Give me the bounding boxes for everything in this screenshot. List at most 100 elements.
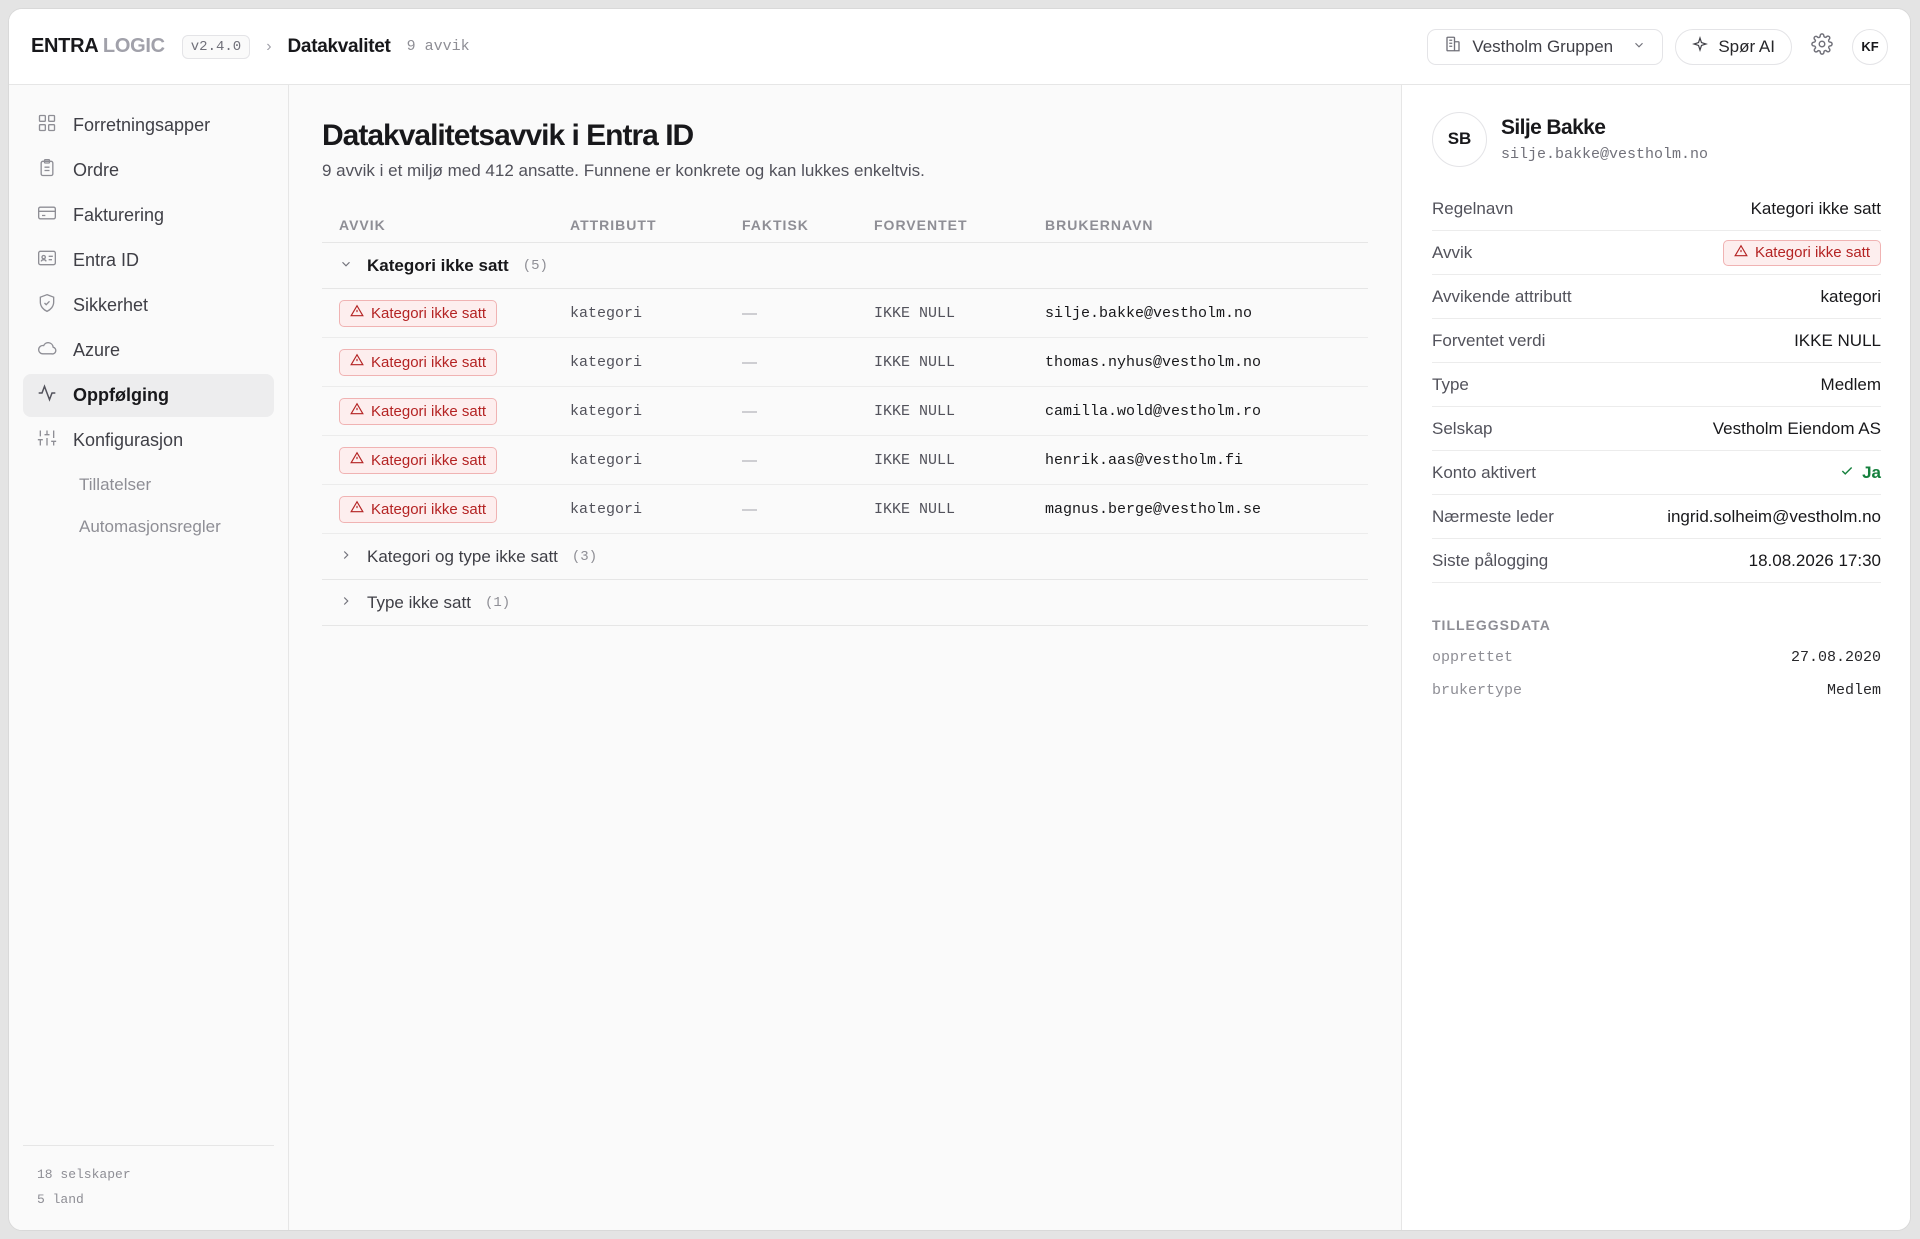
group-row-expanded[interactable]: Kategori ikke satt (5) [322,243,1368,289]
group-title: Kategori og type ikke satt [367,546,558,566]
detail-name: Silje Bakke [1501,115,1606,139]
detail-key: Avvik [1432,242,1473,262]
sidebar-item-ordre[interactable]: Ordre [23,149,274,192]
building-icon [1444,35,1462,58]
column-header-brukernavn[interactable]: BRUKERNAVN [1045,217,1368,233]
detail-value: Kategori ikke satt [1754,244,1870,261]
sidebar-item-label: Sikkerhet [73,295,149,315]
group-title: Type ikke satt [367,592,471,612]
column-header-faktisk[interactable]: FAKTISK [742,217,874,233]
organization-select[interactable]: Vestholm Gruppen [1427,28,1664,65]
extra-data-title: TILLEGGSDATA [1432,617,1551,633]
actual-cell: — [742,451,757,469]
company-count: 18 selskaper [37,1167,131,1182]
sidebar-item-oppfolging[interactable]: Oppfølging [23,374,274,417]
warning-icon [350,500,364,518]
brand-light: LOGIC [102,35,165,57]
detail-row-regelnavn: Regelnavn Kategori ikke satt [1432,187,1881,231]
deviation-label: Kategori ikke satt [371,402,487,420]
chevron-down-icon [1632,37,1646,57]
settings-button[interactable] [1804,29,1840,65]
detail-value: Ja [1862,462,1881,482]
detail-value: Medlem [1820,374,1881,394]
username-cell: magnus.berge@vestholm.se [1045,500,1262,518]
sidebar-footer: 18 selskaper 5 land [23,1145,274,1212]
detail-key: Konto aktivert [1432,462,1536,482]
country-count: 5 land [37,1192,84,1207]
id-card-icon [37,248,57,273]
detail-key: Siste pålogging [1432,550,1549,570]
extra-row-brukertype: brukertype Medlem [1432,682,1881,699]
table-row[interactable]: Kategori ikke satt kategori — IKKE NULL … [322,436,1368,485]
gear-icon [1811,33,1833,60]
group-count: (5) [522,257,548,274]
expected-cell: IKKE NULL [874,500,956,518]
column-header-attributt[interactable]: ATTRIBUTT [570,217,742,233]
sidebar-item-label: Azure [73,340,121,360]
table-header: AVVIK ATTRIBUTT FAKTISK FORVENTET BRUKER… [322,207,1368,243]
chevron-down-icon [339,256,353,276]
detail-row-naermeste-leder: Nærmeste leder ingrid.solheim@vestholm.n… [1432,495,1881,539]
cloud-icon [37,338,57,363]
column-header-avvik[interactable]: AVVIK [322,217,570,233]
table-row[interactable]: Kategori ikke satt kategori — IKKE NULL … [322,289,1368,338]
table-row[interactable]: Kategori ikke satt kategori — IKKE NULL … [322,387,1368,436]
page-title: Datakvalitetsavvik i Entra ID [322,119,694,152]
sidebar-item-sikkerhet[interactable]: Sikkerhet [23,284,274,327]
username-cell: silje.bakke@vestholm.no [1045,304,1253,322]
expected-cell: IKKE NULL [874,353,956,371]
sidebar-item-label: Entra ID [73,250,140,270]
ask-ai-button[interactable]: Spør AI [1675,28,1792,65]
actual-cell: — [742,304,757,322]
deviation-table: AVVIK ATTRIBUTT FAKTISK FORVENTET BRUKER… [322,207,1368,626]
brand-logo[interactable]: ENTRA LOGIC [31,35,165,58]
sidebar-subitem-automasjonsregler[interactable]: Automasjonsregler [23,506,274,548]
activity-icon [37,383,57,408]
breadcrumb-page: Datakvalitet [287,35,391,57]
detail-key: Selskap [1432,418,1493,438]
breadcrumb-separator: › [266,37,272,55]
sidebar-item-label: Oppfølging [73,385,169,405]
detail-row-siste-palogging: Siste pålogging 18.08.2026 17:30 [1432,539,1881,583]
warning-icon [1734,244,1748,262]
group-count: (3) [571,548,598,565]
detail-value: ingrid.solheim@vestholm.no [1667,506,1881,526]
extra-key: opprettet [1432,649,1514,666]
sidebar-item-forretningsapper[interactable]: Forretningsapper [23,104,274,147]
user-avatar[interactable]: KF [1852,28,1888,65]
detail-key: Type [1432,374,1469,394]
actual-cell: — [742,353,757,371]
table-row[interactable]: Kategori ikke satt kategori — IKKE NULL … [322,338,1368,387]
expected-cell: IKKE NULL [874,304,956,322]
sidebar-item-entra-id[interactable]: Entra ID [23,239,274,282]
attribute-cell: kategori [570,500,643,518]
group-title: Kategori ikke satt [367,255,509,275]
attribute-cell: kategori [570,451,643,469]
attribute-cell: kategori [570,402,643,420]
table-row[interactable]: Kategori ikke satt kategori — IKKE NULL … [322,485,1368,534]
header-actions: Vestholm Gruppen Spør AI KF [1427,28,1888,65]
username-cell: henrik.aas@vestholm.fi [1045,451,1244,469]
sidebar-item-azure[interactable]: Azure [23,329,274,372]
sidebar-subitem-tillatelser[interactable]: Tillatelser [23,464,274,506]
deviation-label: Kategori ikke satt [371,500,487,518]
extra-row-opprettet: opprettet 27.08.2020 [1432,649,1881,666]
column-header-forventet[interactable]: FORVENTET [874,217,1045,233]
deviation-badge: Kategori ikke satt [339,495,498,523]
check-icon [1840,463,1854,483]
detail-key: Nærmeste leder [1432,506,1554,526]
detail-email: silje.bakke@vestholm.no [1501,145,1709,163]
chevron-right-icon [339,593,353,613]
sidebar-item-fakturering[interactable]: Fakturering [23,194,274,237]
main-content: Datakvalitetsavvik i Entra ID 9 avvik i … [289,85,1401,1230]
account-enabled-status: Ja [1840,463,1881,483]
group-row-collapsed[interactable]: Type ikke satt (1) [322,580,1368,626]
group-row-collapsed[interactable]: Kategori og type ikke satt (3) [322,534,1368,580]
detail-panel: SB Silje Bakke silje.bakke@vestholm.no R… [1401,85,1910,1230]
attribute-cell: kategori [570,353,643,371]
sidebar-item-konfigurasjon[interactable]: Konfigurasjon [23,419,274,462]
username-cell: camilla.wold@vestholm.ro [1045,402,1262,420]
detail-key: Avvikende attributt [1432,286,1572,306]
shield-icon [37,293,57,318]
deviation-badge: Kategori ikke satt [339,446,498,474]
